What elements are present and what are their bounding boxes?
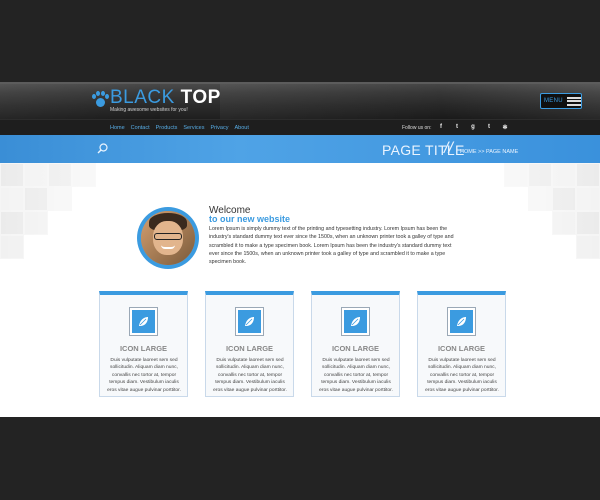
nav-link-about[interactable]: About [234, 125, 248, 131]
menu-button[interactable]: MENU [540, 93, 582, 109]
welcome-subheading: to our new website [209, 214, 291, 224]
card-text: Duis vulputate laoreet sem sed sollicitu… [213, 358, 287, 393]
nav-link-services[interactable]: Services [183, 125, 204, 131]
logo-text: BLACK TOP [110, 88, 221, 107]
feature-card[interactable]: ICON LARGE Duis vulputate laoreet sem se… [99, 291, 188, 397]
card-title: ICON LARGE [437, 344, 486, 353]
header-texture [220, 84, 440, 119]
facebook-icon[interactable]: f [437, 124, 445, 131]
leaf-icon [341, 307, 370, 336]
card-text: Duis vulputate laoreet sem sed sollicitu… [425, 358, 499, 393]
nav-link-privacy[interactable]: Privacy [210, 125, 228, 131]
nav-link-products[interactable]: Products [156, 125, 178, 131]
feature-card[interactable]: ICON LARGE Duis vulputate laoreet sem se… [311, 291, 400, 397]
nav-link-contact[interactable]: Contact [131, 125, 150, 131]
card-title: ICON LARGE [119, 344, 168, 353]
main-content: Welcome to our new website Lorem Ipsum i… [0, 163, 600, 417]
search-icon[interactable] [97, 143, 108, 154]
feature-cards: ICON LARGE Duis vulputate laoreet sem se… [99, 291, 506, 397]
leaf-icon [447, 307, 476, 336]
social-links: f t g t ✻ [437, 124, 509, 131]
tumblr-icon[interactable]: t [485, 124, 493, 131]
hamburger-icon [566, 96, 581, 106]
logo-word-top: TOP [180, 87, 221, 108]
leaf-icon [235, 307, 264, 336]
card-text: Duis vulputate laoreet sem sed sollicitu… [107, 358, 181, 393]
card-text: Duis vulputate laoreet sem sed sollicitu… [319, 358, 393, 393]
logo-word-black: BLACK [110, 87, 175, 108]
avatar-photo [141, 211, 195, 265]
paw-icon [92, 91, 109, 109]
feature-card[interactable]: ICON LARGE Duis vulputate laoreet sem se… [205, 291, 294, 397]
intro-text: Lorem Ipsum is simply dummy text of the … [209, 226, 454, 266]
tagline: Making awesome websites for you! [110, 107, 188, 113]
title-separator: // [444, 140, 453, 157]
nav-link-home[interactable]: Home [110, 125, 125, 131]
twitter-icon[interactable]: t [453, 124, 461, 131]
footer-dark-area [0, 417, 600, 500]
yelp-icon[interactable]: ✻ [501, 124, 509, 131]
nav-bar: Home Contact Products Services Privacy A… [0, 119, 600, 135]
menu-label: MENU [544, 98, 563, 104]
top-dark-area [0, 0, 600, 82]
feature-card[interactable]: ICON LARGE Duis vulputate laoreet sem se… [417, 291, 506, 397]
breadcrumb[interactable]: HOME >> PAGE NAME [460, 149, 518, 155]
page-title-bar: PAGE TITLE // HOME >> PAGE NAME [0, 135, 600, 163]
card-title: ICON LARGE [225, 344, 274, 353]
follow-label: Follow us on: [402, 125, 432, 131]
site-logo[interactable]: BLACK TOP [92, 88, 221, 109]
cube-decoration-left [0, 163, 150, 273]
leaf-icon [129, 307, 158, 336]
google-plus-icon[interactable]: g [469, 124, 477, 131]
avatar [137, 207, 199, 269]
cube-decoration-right [450, 163, 600, 273]
nav-links: Home Contact Products Services Privacy A… [110, 125, 249, 131]
site-header: BLACK TOP Making awesome websites for yo… [0, 82, 600, 119]
card-title: ICON LARGE [331, 344, 380, 353]
